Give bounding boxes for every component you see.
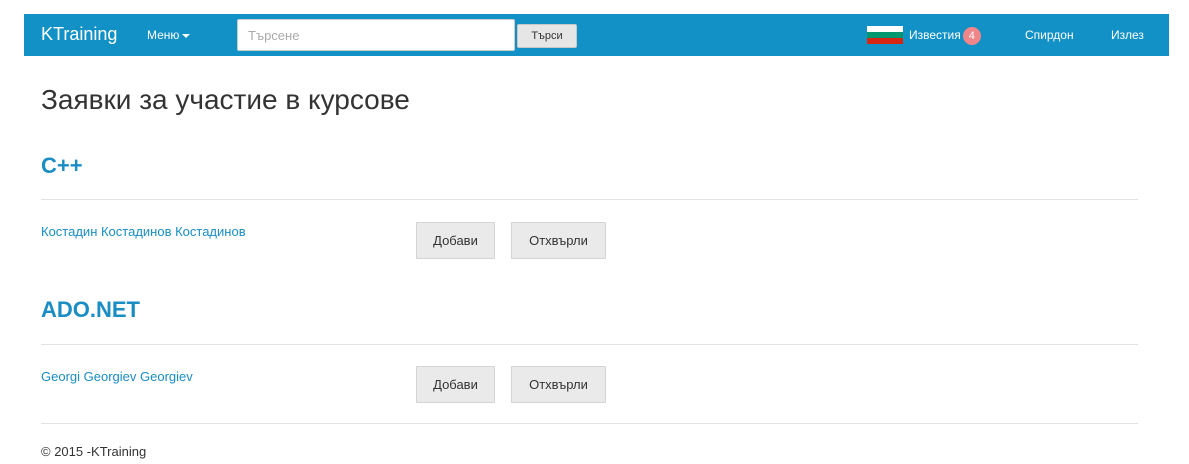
reject-button[interactable]: Отхвърли bbox=[511, 222, 606, 259]
divider bbox=[41, 423, 1138, 424]
notifications-link[interactable]: Известия 4 bbox=[909, 27, 981, 45]
course-title-adonet[interactable]: ADO.NET bbox=[41, 296, 140, 324]
accept-button[interactable]: Добави bbox=[416, 222, 495, 259]
top-navbar: KTraining Меню Търси Известия4 Спирдон И… bbox=[24, 14, 1169, 56]
course-title-cpp[interactable]: C++ bbox=[41, 152, 83, 180]
reject-button[interactable]: Отхвърли bbox=[511, 366, 606, 403]
search-button[interactable]: Търси bbox=[517, 24, 577, 48]
bulgarian-flag-icon[interactable] bbox=[867, 26, 903, 44]
search-input[interactable] bbox=[237, 19, 515, 51]
request-person-name[interactable]: Georgi Georgiev Georgiev bbox=[41, 368, 193, 386]
user-profile-link[interactable]: Спирдон bbox=[1025, 27, 1074, 43]
notifications-badge: 4 bbox=[962, 27, 981, 45]
caret-down-icon bbox=[182, 33, 191, 38]
request-person-name[interactable]: Костадин Костадинов Костадинов bbox=[41, 223, 246, 241]
accept-button[interactable]: Добави bbox=[416, 366, 495, 403]
brand-link[interactable]: KTraining bbox=[41, 23, 117, 45]
notifications-label: Известия bbox=[909, 28, 961, 43]
footer-copyright: © 2015 -KTraining bbox=[41, 444, 147, 459]
page-title: Заявки за участие в курсове bbox=[41, 84, 410, 115]
logout-link[interactable]: Излез bbox=[1111, 27, 1144, 43]
menu-dropdown[interactable]: Меню bbox=[147, 27, 191, 43]
divider bbox=[41, 344, 1138, 345]
divider bbox=[41, 199, 1138, 200]
menu-label: Меню bbox=[147, 28, 180, 42]
